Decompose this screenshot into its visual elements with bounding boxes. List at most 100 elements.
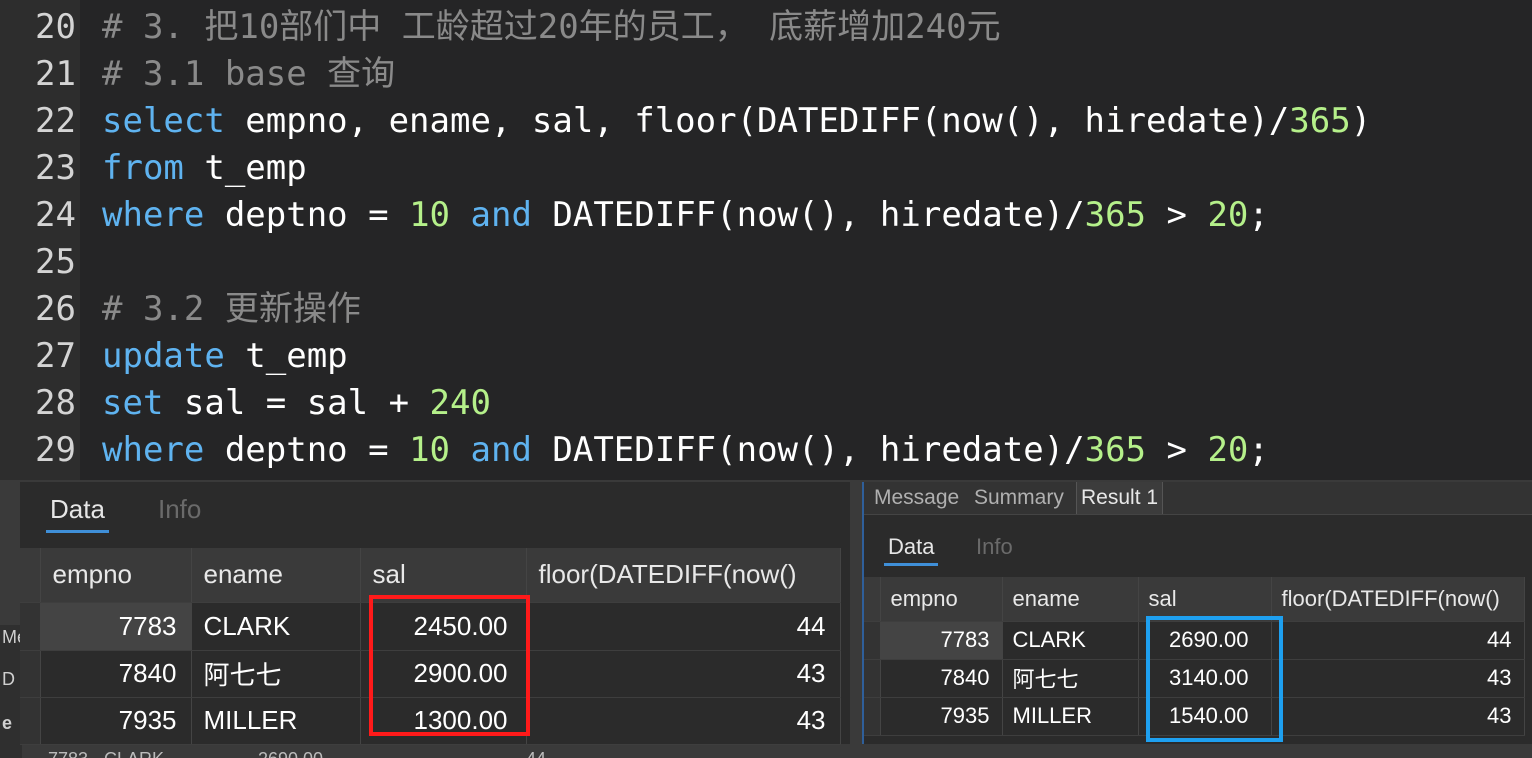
sql-text: empno, ename, sal, floor(DATEDIFF(now(),… — [224, 101, 1290, 141]
sql-text: ; — [1248, 195, 1269, 235]
code-line[interactable]: 21 # 3.1 base 查询 — [0, 51, 1532, 98]
sql-editor[interactable]: 20 # 3. 把10部们中 工龄超过20年的员工， 底薪增加240元 21 # 3.… — [0, 0, 1532, 480]
column-header-empno[interactable]: empno — [880, 577, 1003, 622]
tab-info[interactable]: Info — [976, 534, 1013, 560]
cell-ename[interactable]: CLARK — [191, 602, 361, 651]
code-text: from t_emp — [102, 145, 307, 192]
line-number: 24 — [35, 195, 76, 235]
cell-ename[interactable]: MILLER — [191, 697, 361, 745]
sql-number: 365 — [1084, 195, 1147, 235]
tab-result-1[interactable]: Result 1 — [1076, 482, 1164, 514]
cell-empno[interactable]: 7783 — [880, 621, 1003, 660]
column-header-ename[interactable]: ename — [1002, 577, 1139, 622]
fragment-text: e — [2, 713, 13, 733]
column-header-ename[interactable]: ename — [191, 548, 361, 603]
cell-empno[interactable]: 7840 — [40, 650, 192, 698]
sql-text: > — [1146, 430, 1208, 470]
sql-number: 20 — [1207, 430, 1249, 470]
line-number: 26 — [35, 289, 76, 329]
grid-header-row: empno ename sal floor(DATEDIFF(now() — [864, 577, 1525, 622]
line-number: 27 — [35, 336, 76, 376]
column-header-sal[interactable]: sal — [360, 548, 527, 603]
cell-empno[interactable]: 7783 — [40, 602, 192, 651]
cell-ename[interactable]: MILLER — [1002, 697, 1139, 736]
result-panel-after: Message Summary Result 1 Data Info empno… — [862, 482, 1532, 744]
code-line[interactable]: 29 where deptno = 10 and DATEDIFF(now(), … — [0, 427, 1532, 474]
code-line[interactable]: 28 set sal = sal + 240 — [0, 380, 1532, 427]
sql-keyword: set — [102, 383, 164, 423]
tab-message[interactable]: Message — [870, 482, 963, 514]
code-line[interactable]: 24 where deptno = 10 and DATEDIFF(now(), … — [0, 192, 1532, 239]
cell-floor[interactable]: 43 — [1271, 697, 1525, 736]
code-text: # 3.1 base 查询 — [102, 51, 395, 98]
background-side-fragments: Me D e — [0, 625, 27, 758]
tab-data-label: Data — [50, 494, 105, 524]
line-number: 29 — [35, 430, 76, 470]
line-number: 21 — [35, 54, 76, 94]
tab-data[interactable]: Data — [884, 534, 939, 566]
column-header-sal[interactable]: sal — [1138, 577, 1272, 622]
code-line[interactable]: 23 from t_emp — [0, 145, 1532, 192]
cell-floor[interactable]: 44 — [1271, 621, 1525, 660]
tab-info-label: Info — [158, 494, 202, 524]
row-header[interactable] — [20, 650, 41, 698]
line-number: 20 — [35, 7, 76, 47]
tab-underline — [46, 530, 109, 533]
code-text: # 3.2 更新操作 — [102, 286, 361, 333]
code-line[interactable]: 25 — [0, 239, 1532, 286]
column-header-empno[interactable]: empno — [40, 548, 192, 603]
code-text: where deptno = 10 and DATEDIFF(now(), hi… — [102, 427, 1269, 474]
code-text: select empno, ename, sal, floor(DATEDIFF… — [102, 98, 1371, 145]
sql-text: deptno = — [204, 430, 410, 470]
background-result-row: 7783 CLARK 2690.00 44 — [40, 745, 560, 758]
sql-keyword: and — [470, 430, 532, 470]
sql-comment: # 3.1 base 查询 — [102, 54, 396, 94]
sql-number: 365 — [1084, 430, 1147, 470]
highlight-box-sal-before — [369, 595, 530, 736]
column-header-floor-datediff[interactable]: floor(DATEDIFF(now() — [1271, 577, 1525, 622]
tab-data[interactable]: Data — [46, 494, 109, 533]
cell-empno[interactable]: 7840 — [880, 659, 1003, 698]
fragment-cell: 2690.00 — [258, 745, 323, 758]
cell-ename[interactable]: 阿七七 — [191, 650, 361, 698]
sql-text: ) — [1350, 101, 1372, 141]
code-line[interactable]: 27 update t_emp — [0, 333, 1532, 380]
row-header[interactable] — [864, 659, 881, 698]
tab-summary[interactable]: Summary — [970, 482, 1068, 514]
column-header-floor-datediff[interactable]: floor(DATEDIFF(now() — [526, 548, 841, 603]
code-text: update t_emp — [102, 333, 348, 380]
cell-empno[interactable]: 7935 — [40, 697, 192, 745]
line-number: 22 — [35, 101, 76, 141]
cell-ename[interactable]: CLARK — [1002, 621, 1139, 660]
cell-floor[interactable]: 44 — [526, 602, 841, 651]
tab-info[interactable]: Info — [158, 494, 201, 525]
fragment-cell: 44 — [526, 745, 546, 758]
tab-underline — [884, 563, 939, 566]
sql-number: 240 — [429, 383, 491, 423]
code-line[interactable]: 22 select empno, ename, sal, floor(DATEDI… — [0, 98, 1532, 145]
row-header[interactable] — [20, 602, 41, 651]
tab-info-label: Info — [976, 534, 1013, 559]
cell-floor[interactable]: 43 — [526, 697, 841, 745]
sql-text: ; — [1248, 430, 1269, 470]
row-header[interactable] — [20, 697, 41, 745]
code-line[interactable]: 20 # 3. 把10部们中 工龄超过20年的员工， 底薪增加240元 — [0, 4, 1532, 51]
cell-floor[interactable]: 43 — [1271, 659, 1525, 698]
sql-keyword: from — [102, 148, 184, 188]
cell-floor[interactable]: 43 — [526, 650, 841, 698]
row-header[interactable] — [864, 621, 881, 660]
cell-empno[interactable]: 7935 — [880, 697, 1003, 736]
grid-header-row: empno ename sal floor(DATEDIFF(now() — [20, 548, 841, 603]
sql-text: > — [1146, 195, 1208, 235]
code-line[interactable]: 26 # 3.2 更新操作 — [0, 286, 1532, 333]
row-header[interactable] — [864, 697, 881, 736]
cell-ename[interactable]: 阿七七 — [1002, 659, 1139, 698]
sql-number: 10 — [409, 195, 451, 235]
sql-keyword: where — [102, 195, 205, 235]
sql-text: t_emp — [183, 148, 307, 188]
fragment-text: D — [2, 669, 15, 689]
sql-number: 20 — [1207, 195, 1249, 235]
line-number: 23 — [35, 148, 76, 188]
